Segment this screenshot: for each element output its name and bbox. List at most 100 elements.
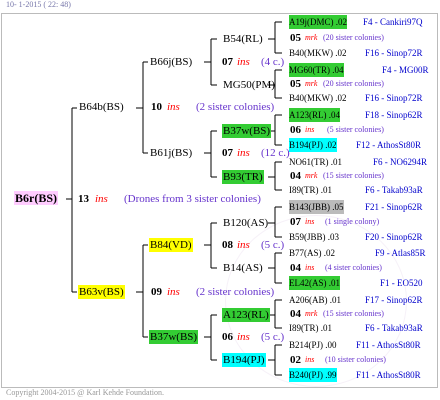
gen2-3-note: (5 c.) (261, 239, 285, 251)
gen4-3-value: .04 (332, 65, 344, 75)
gen4-queen-1[interactable]: A19j(DMC) .02 (289, 15, 347, 29)
gen4-5-location: F18 - Sinop62R (365, 110, 423, 120)
gen3-queen-3[interactable]: B37w(BS) (222, 124, 272, 138)
gen4-12-name: EL42(AS) (289, 278, 327, 288)
gen4-9-value: .05 (332, 202, 344, 212)
gen2-queen-1[interactable]: B66j(BS) (149, 55, 193, 69)
gen4-queen-8[interactable]: I89(TR) .01 (289, 183, 332, 197)
gen3-queen-4[interactable]: B93(TR) (222, 170, 264, 184)
gen4-5-value: .04 (328, 110, 340, 120)
gen3-3-ins-count: 06 (290, 124, 301, 136)
gen4-12-value: .01 (328, 278, 340, 288)
gen2-2-ins-label: ins (237, 147, 250, 159)
gen3-1-ins-count: 05 (290, 32, 301, 44)
gen2-4-ins-count: 06 (222, 331, 233, 343)
gen3-4-note: (15 sister colonies) (323, 171, 384, 180)
gen3-queen-2[interactable]: MG50(PM) (222, 78, 276, 92)
gen4-8-value: .01 (320, 185, 332, 195)
gen1-queen-2[interactable]: B63v(BS) (78, 285, 125, 299)
gen3-4-ins-label: mrk (305, 171, 318, 180)
gen4-16-value: .99 (325, 370, 337, 380)
gen2-queen-4[interactable]: B37w(BS) (149, 330, 199, 344)
gen3-queen-7[interactable]: A123(RL) (222, 308, 270, 322)
gen1-2-ins-count: 09 (151, 286, 162, 298)
gen4-7-name: NO61(TR) (289, 157, 329, 167)
gen1-1-note: (2 sister colonies) (196, 101, 275, 113)
gen4-2-location: F16 - Sinop72R (365, 48, 423, 58)
gen1-1-ins-count: 10 (151, 101, 162, 113)
gen4-10-location: F20 - Sinop62R (365, 232, 423, 242)
gen2-2-note: (12 c.) (261, 147, 290, 159)
gen4-15-value: .00 (325, 340, 337, 350)
root-ins-count: 13 (78, 193, 89, 205)
gen1-2-note: (2 sister colonies) (196, 286, 275, 298)
gen2-1-ins-count: 07 (222, 56, 233, 68)
gen4-queen-13[interactable]: A206(AB) .01 (289, 293, 341, 307)
gen4-11-location: F9 - Atlas85R (375, 248, 426, 258)
gen4-15-name: B214(PJ) (289, 340, 324, 350)
gen4-queen-15[interactable]: B214(PJ) .00 (289, 338, 337, 352)
gen3-5-note: (1 single colony) (325, 217, 380, 226)
gen3-8-note: (10 sister colonies) (325, 355, 386, 364)
gen3-5-ins-label: ins (305, 217, 315, 226)
gen3-1-ins-label: mrk (305, 33, 318, 42)
gen4-14-name: I89(TR) (289, 323, 319, 333)
gen3-6-ins-count: 04 (290, 262, 301, 274)
gen3-queen-1[interactable]: B54(RL) (222, 32, 264, 46)
root-queen[interactable]: B6r(BS) (14, 191, 58, 205)
gen4-queen-9[interactable]: B143(JBB) .05 (289, 200, 344, 214)
gen4-7-value: .01 (330, 157, 342, 167)
gen3-2-note: (20 sister colonies) (323, 79, 384, 88)
gen4-13-name: A206(AB) (289, 295, 328, 305)
gen4-14-location: F6 - Takab93aR (365, 323, 423, 333)
gen1-2-ins-label: ins (167, 286, 180, 298)
gen2-queen-3[interactable]: B84(VD) (149, 238, 193, 252)
gen3-1-note: (20 sister colonies) (323, 33, 384, 42)
gen4-queen-12[interactable]: EL42(AS) .01 (289, 276, 340, 290)
gen4-4-name: B40(MKW) (289, 93, 333, 103)
gen4-9-name: B143(JBB) (289, 202, 331, 212)
gen2-1-note: (4 c.) (261, 56, 285, 68)
gen3-8-ins-count: 02 (290, 354, 301, 366)
gen2-queen-2[interactable]: B61j(BS) (149, 146, 193, 160)
gen4-11-name: B77(AS) (289, 248, 322, 258)
gen4-7-location: F6 - NO6294R (373, 157, 428, 167)
gen4-queen-5[interactable]: A123(RL) .04 (289, 108, 340, 122)
gen4-queen-11[interactable]: B77(AS) .02 (289, 246, 335, 260)
gen4-10-name: B59(JBB) (289, 232, 326, 242)
gen3-6-ins-label: ins (305, 263, 315, 272)
gen4-queen-10[interactable]: B59(JBB) .03 (289, 230, 339, 244)
gen2-1-ins-label: ins (237, 56, 250, 68)
gen4-queen-3[interactable]: MG60(TR) .04 (289, 63, 344, 77)
gen4-6-location: F12 - AthosSt80R (356, 140, 422, 150)
gen1-queen-1[interactable]: B64b(BS) (78, 100, 125, 114)
gen4-6-name: B194(PJ) (289, 140, 324, 150)
gen4-queen-4[interactable]: B40(MKW) .02 (289, 91, 347, 105)
gen2-3-ins-count: 08 (222, 239, 233, 251)
gen3-3-ins-label: ins (305, 125, 315, 134)
gen3-queen-8[interactable]: B194(PJ) (222, 353, 266, 367)
root-drone-note: (Drones from 3 sister colonies) (124, 193, 261, 205)
gen3-queen-6[interactable]: B14(AS) (222, 261, 264, 275)
gen4-4-value: .02 (335, 93, 347, 103)
gen4-queen-6[interactable]: B194(PJ) .02 (289, 138, 337, 152)
gen3-queen-5[interactable]: B120(AS) (222, 216, 269, 230)
gen4-3-location: F4 - MG00R (382, 65, 429, 75)
gen4-15-location: F11 - AthosSt80R (356, 340, 421, 350)
gen4-6-value: .02 (325, 140, 337, 150)
gen3-2-ins-label: mrk (305, 79, 318, 88)
gen4-3-name: MG60(TR) (289, 65, 330, 75)
gen3-2-ins-count: 05 (290, 78, 301, 90)
gen3-5-ins-count: 07 (290, 216, 301, 228)
gen4-queen-16[interactable]: B240(PJ) .99 (289, 368, 337, 382)
gen2-3-ins-label: ins (237, 239, 250, 251)
gen4-2-value: .02 (335, 48, 347, 58)
gen4-queen-7[interactable]: NO61(TR) .01 (289, 155, 342, 169)
gen4-13-location: F17 - Sinop62R (365, 295, 423, 305)
gen4-queen-14[interactable]: I89(TR) .01 (289, 321, 332, 335)
gen3-7-ins-label: mrk (305, 309, 318, 318)
gen4-5-name: A123(RL) (289, 110, 327, 120)
gen4-9-location: F21 - Sinop62R (365, 202, 423, 212)
gen4-queen-2[interactable]: B40(MKW) .02 (289, 46, 347, 60)
gen2-2-ins-count: 07 (222, 147, 233, 159)
